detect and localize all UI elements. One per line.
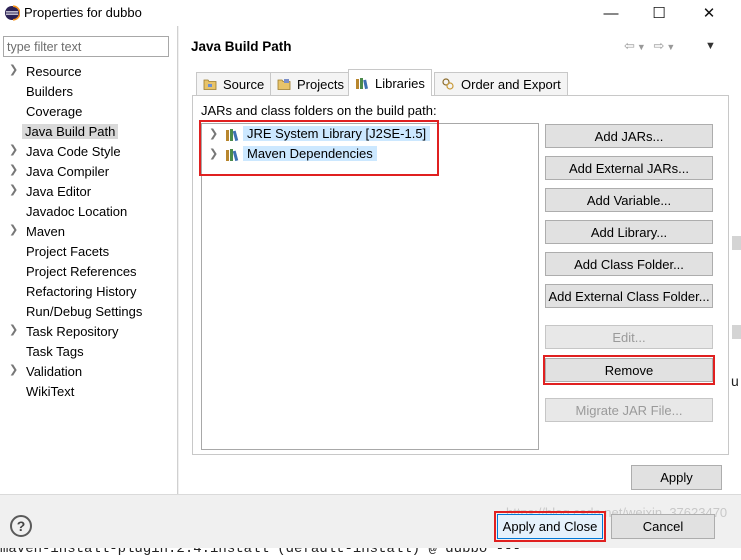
sidebar-item-label: Java Editor — [26, 184, 92, 199]
expand-arrow-icon[interactable]: ❯ — [9, 63, 18, 76]
add-class-folder-button[interactable]: Add Class Folder... — [545, 252, 713, 276]
sidebar-item-label: Refactoring History — [26, 284, 137, 299]
add-variable-button[interactable]: Add Variable... — [545, 188, 713, 212]
expand-arrow-icon[interactable]: ❯ — [9, 183, 18, 196]
tab-label: Libraries — [375, 75, 425, 91]
sidebar-item-label: Project Facets — [26, 244, 110, 259]
tab-source[interactable]: Source — [196, 72, 272, 95]
sidebar-item-label: Java Build Path — [22, 124, 119, 139]
minimize-icon: — — [603, 4, 619, 22]
tab-libraries[interactable]: Libraries — [348, 69, 432, 96]
background-fragment — [732, 236, 741, 250]
sidebar-item-label: Java Compiler — [26, 164, 110, 179]
expand-arrow-icon[interactable]: ❯ — [9, 323, 18, 336]
sidebar-item-label: Coverage — [26, 104, 83, 119]
sidebar-item-maven[interactable]: ❯ Maven — [0, 222, 178, 242]
background-console-text: maven-install-plugin:2.4:install (defaul… — [0, 548, 521, 557]
sidebar-item-java-build-path[interactable]: Java Build Path — [0, 122, 178, 142]
close-button[interactable]: ✕ — [686, 0, 732, 26]
expand-arrow-icon[interactable]: ❯ — [9, 143, 18, 156]
sidebar-item-label: Task Repository — [26, 324, 119, 339]
back-arrow-icon[interactable]: ⇦ — [624, 38, 637, 53]
minimize-button[interactable]: — — [588, 0, 634, 26]
background-fragment — [732, 325, 741, 339]
sidebar-item-task-tags[interactable]: Task Tags — [0, 342, 178, 362]
sidebar-item-javadoc-location[interactable]: Javadoc Location — [0, 202, 178, 222]
highlight-box-remove — [543, 355, 715, 385]
sidebar-item-refactoring-history[interactable]: Refactoring History — [0, 282, 178, 302]
sidebar-item-builders[interactable]: Builders — [0, 82, 178, 102]
expand-arrow-icon[interactable]: ❯ — [9, 163, 18, 176]
sidebar-item-label: Run/Debug Settings — [26, 304, 143, 319]
source-folder-icon — [203, 79, 217, 90]
projects-icon — [277, 79, 291, 90]
libraries-icon — [356, 78, 368, 90]
jars-label: JARs and class folders on the build path… — [201, 103, 437, 118]
sidebar-item-label: Validation — [26, 364, 83, 379]
sidebar-item-validation[interactable]: ❯ Validation — [0, 362, 178, 382]
close-icon: ✕ — [702, 5, 716, 22]
apply-button[interactable]: Apply — [631, 465, 722, 490]
tab-label: Order and Export — [461, 76, 561, 92]
sidebar-item-wikitext[interactable]: WikiText — [0, 382, 178, 402]
migrate-jar-button[interactable]: Migrate JAR File... — [545, 398, 713, 422]
help-icon[interactable]: ? — [10, 515, 32, 537]
sidebar-item-java-editor[interactable]: ❯ Java Editor — [0, 182, 178, 202]
add-jars-button[interactable]: Add JARs... — [545, 124, 713, 148]
sidebar-item-coverage[interactable]: Coverage — [0, 102, 178, 122]
sidebar-item-label: WikiText — [26, 384, 75, 399]
sidebar-item-label: Maven — [26, 224, 66, 239]
highlight-box-apply-close — [494, 511, 606, 542]
cancel-button[interactable]: Cancel — [611, 514, 715, 539]
sidebar-item-project-references[interactable]: Project References — [0, 262, 178, 282]
expand-arrow-icon[interactable]: ❯ — [9, 223, 18, 236]
edit-button[interactable]: Edit... — [545, 325, 713, 349]
eclipse-icon — [5, 5, 20, 21]
add-library-button[interactable]: Add Library... — [545, 220, 713, 244]
maximize-icon: ☐ — [652, 5, 666, 22]
add-external-class-folder-button[interactable]: Add External Class Folder... — [545, 284, 713, 308]
help-glyph: ? — [16, 518, 26, 534]
highlight-box-libraries — [199, 120, 439, 176]
properties-dialog: Properties for dubbo — ☐ ✕ ❯ Resource Buil… — [0, 0, 741, 548]
property-pages-tree: ❯ Resource Builders Coverage Java Build Path… — [0, 26, 178, 494]
tab-order-and-export[interactable]: Order and Export — [434, 72, 568, 95]
sidebar-item-run-debug-settings[interactable]: Run/Debug Settings — [0, 302, 178, 322]
page-title: Java Build Path — [191, 39, 292, 54]
add-external-jars-button[interactable]: Add External JARs... — [545, 156, 713, 180]
expand-arrow-icon[interactable]: ❯ — [9, 363, 18, 376]
window-title: Properties for dubbo — [24, 5, 142, 20]
sidebar-item-label: Builders — [26, 84, 73, 99]
sidebar-item-label: Resource — [26, 64, 82, 79]
sidebar-item-label: Task Tags — [26, 344, 84, 359]
sidebar-item-label: Javadoc Location — [26, 204, 128, 219]
sidebar-item-project-facets[interactable]: Project Facets — [0, 242, 178, 262]
forward-arrow-icon[interactable]: ⇨ — [653, 38, 666, 53]
background-console-strip: maven-install-plugin:2.4:install (defaul… — [0, 548, 741, 560]
sidebar-item-task-repository[interactable]: ❯ Task Repository — [0, 322, 178, 342]
tab-projects[interactable]: Projects — [270, 72, 351, 95]
background-text-fragment: u — [731, 373, 739, 389]
maximize-button[interactable]: ☐ — [636, 0, 682, 26]
sidebar-item-label: Project References — [26, 264, 137, 279]
filter-input[interactable] — [3, 36, 169, 57]
sidebar-item-java-code-style[interactable]: ❯ Java Code Style — [0, 142, 178, 162]
forward-menu-icon[interactable]: ▼ — [666, 42, 677, 52]
sidebar-item-java-compiler[interactable]: ❯ Java Compiler — [0, 162, 178, 182]
back-menu-icon[interactable]: ▼ — [637, 42, 648, 52]
sidebar-item-label: Java Code Style — [26, 144, 121, 159]
tab-label: Projects — [297, 76, 344, 92]
view-menu-icon[interactable]: ▼ — [705, 40, 716, 52]
title-bar: Properties for dubbo — ☐ ✕ — [0, 0, 741, 26]
sidebar-item-resource[interactable]: ❯ Resource — [0, 62, 178, 82]
tab-label: Source — [223, 76, 265, 92]
history-nav: ⇦▼ ⇨▼ — [624, 38, 677, 54]
order-export-icon — [442, 78, 454, 90]
